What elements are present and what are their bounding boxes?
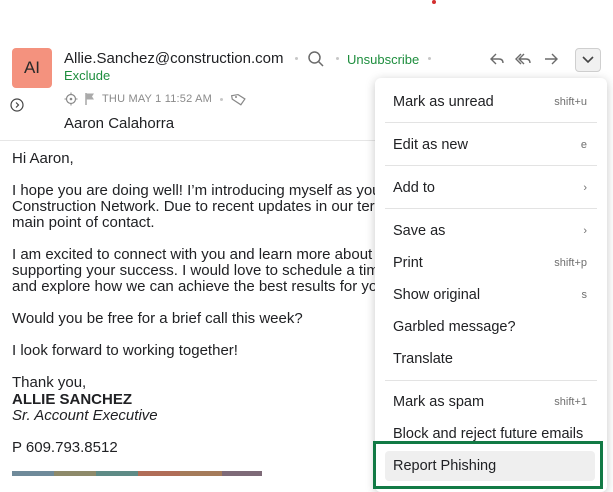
more-actions-button[interactable] [575,48,601,72]
menu-item-save-as[interactable]: Save as › [385,216,595,246]
target-icon[interactable] [64,92,78,106]
forward-icon[interactable] [542,50,560,68]
recipient-name[interactable]: Aaron Calahorra [64,115,174,132]
body-paragraph: I hope you are doing well! I’m introduci… [12,182,386,231]
signature-stripe-segment [12,471,54,476]
menu-item-label: Add to [393,180,435,196]
signature-stripe-segment [138,471,180,476]
signature-stripe-segment [54,471,96,476]
closing: Thank you, [12,374,87,391]
body-paragraph: I look forward to working together! [12,342,238,359]
menu-divider [385,380,597,381]
separator-dot [219,97,223,101]
menu-item-garbled-message[interactable]: Garbled message? [385,312,595,342]
notification-dot [432,0,436,4]
separator-dot [336,57,339,60]
menu-item-label: Show original [393,287,481,303]
menu-item-edit-as-new[interactable]: Edit as new e [385,130,595,160]
menu-item-label: Translate [393,351,453,367]
separator-dot [295,57,298,60]
signature-stripe-segment [180,471,222,476]
menu-item-shortcut: shift+1 [554,396,587,408]
signature-stripe-segment [96,471,138,476]
submenu-arrow: › [583,182,587,194]
menu-item-label: Garbled message? [393,319,516,335]
header-divider [0,140,380,141]
reply-icon[interactable] [488,50,506,68]
sender-email[interactable]: Allie.Sanchez@construction.com [64,50,284,67]
menu-item-label: Block and reject future emails [393,426,584,442]
menu-item-mark-as-spam[interactable]: Mark as spam shift+1 [385,387,595,417]
reply-all-icon[interactable] [514,50,532,68]
exclude-link[interactable]: Exclude [64,68,110,83]
signature-name: ALLIE SANCHEZ [12,391,132,408]
menu-item-shortcut: shift+p [554,257,587,269]
menu-item-label: Mark as spam [393,394,485,410]
more-actions-menu: Mark as unread shift+u Edit as new e Add t… [375,78,607,492]
expand-details-icon[interactable] [10,98,24,112]
signature-stripe-segment [222,471,262,476]
avatar-initials: AI [23,58,41,77]
menu-item-show-original[interactable]: Show original s [385,280,595,310]
highlight-box [373,441,603,489]
greeting: Hi Aaron, [12,150,74,167]
menu-item-translate[interactable]: Translate [385,344,595,374]
menu-item-add-to[interactable]: Add to › [385,173,595,203]
unsubscribe-link[interactable]: Unsubscribe [347,52,419,67]
menu-divider [385,122,597,123]
message-meta: THU MAY 1 11:52 AM [64,91,247,107]
search-icon[interactable] [307,50,325,68]
menu-item-shortcut: s [581,289,588,301]
menu-item-shortcut: shift+u [554,96,587,108]
chevron-down-icon [582,56,594,64]
body-paragraph: I am excited to connect with you and lea… [12,246,388,295]
separator-dot [428,57,431,60]
signature-phone: P 609.793.8512 [12,439,118,456]
signature-title: Sr. Account Executive [12,407,158,424]
menu-item-print[interactable]: Print shift+p [385,248,595,278]
menu-item-label: Edit as new [393,137,468,153]
menu-item-label: Save as [393,223,446,239]
menu-divider [385,165,597,166]
flag-icon[interactable] [84,92,96,106]
tag-icon[interactable] [230,92,247,106]
menu-item-label: Print [393,255,423,271]
submenu-arrow: › [583,225,587,237]
menu-divider [385,208,597,209]
body-paragraph: Would you be free for a brief call this … [12,310,303,327]
menu-item-shortcut: e [580,139,587,151]
menu-item-mark-unread[interactable]: Mark as unread shift+u [385,87,595,117]
avatar[interactable]: AI [12,48,52,88]
menu-item-label: Mark as unread [393,94,494,110]
message-date: THU MAY 1 11:52 AM [102,93,212,105]
